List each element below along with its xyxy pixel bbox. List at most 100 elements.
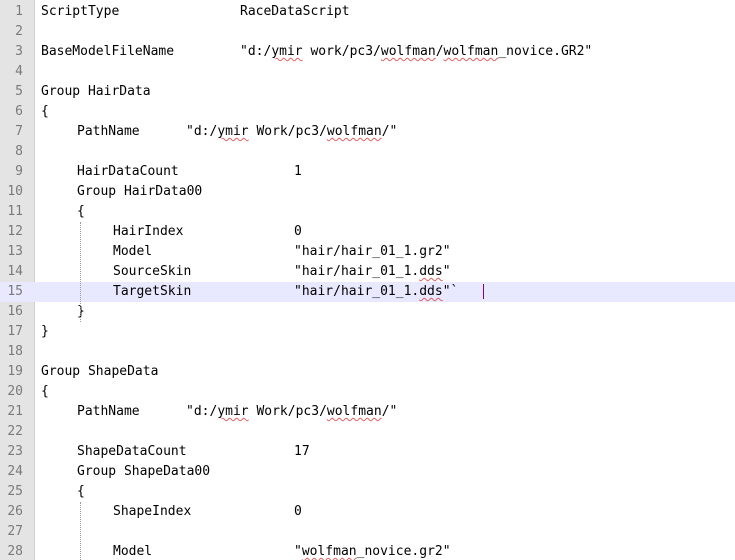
line-number: 13 bbox=[7, 244, 23, 259]
editor-line[interactable]: 7 PathName "d:/ymir Work/pc3/wolfman/" bbox=[0, 122, 735, 142]
text-caret bbox=[483, 284, 484, 299]
editor-line[interactable]: 14 SourceSkin "hair/hair_01_1.dds" bbox=[0, 262, 735, 282]
editor-line[interactable]: 2 bbox=[0, 22, 735, 42]
code-token: } bbox=[41, 324, 49, 339]
editor-line[interactable]: 28 Model "wolfman_novice.gr2" bbox=[0, 542, 735, 560]
code-token: PathName bbox=[77, 124, 140, 139]
line-number: 3 bbox=[15, 44, 23, 59]
line-number: 7 bbox=[15, 124, 23, 139]
code-token: HairIndex bbox=[113, 224, 184, 239]
code-token: "d:/ymir work/pc3/wolfman/wolfman_novice… bbox=[240, 44, 593, 59]
code-token: HairDataCount bbox=[77, 164, 179, 179]
code-token: 1 bbox=[294, 164, 302, 179]
code-token: SourceSkin bbox=[113, 264, 192, 279]
editor-line[interactable]: 18 bbox=[0, 342, 735, 362]
code-token: RaceDataScript bbox=[240, 4, 350, 19]
line-number: 9 bbox=[15, 164, 23, 179]
editor-line[interactable]: 21 PathName "d:/ymir Work/pc3/wolfman/" bbox=[0, 402, 735, 422]
code-token: PathName bbox=[77, 404, 140, 419]
editor-line[interactable]: 4 bbox=[0, 62, 735, 82]
code-token: Group HairData bbox=[41, 84, 151, 99]
editor-line[interactable]: 27 bbox=[0, 522, 735, 542]
line-number: 28 bbox=[7, 544, 23, 559]
code-token: Group ShapeData bbox=[41, 364, 159, 379]
code-token: "d:/ymir Work/pc3/wolfman/" bbox=[186, 124, 398, 139]
code-token: BaseModelFileName bbox=[41, 44, 175, 59]
code-token: Model bbox=[113, 544, 153, 559]
editor-line[interactable]: 23 ShapeDataCount 17 bbox=[0, 442, 735, 462]
line-number: 4 bbox=[15, 64, 23, 79]
editor-line[interactable]: 22 bbox=[0, 422, 735, 442]
line-number: 10 bbox=[7, 184, 23, 199]
line-number: 23 bbox=[7, 444, 23, 459]
editor-line[interactable]: 15 TargetSkin "hair/hair_01_1.dds"` bbox=[0, 282, 735, 302]
code-token: { bbox=[77, 484, 85, 499]
line-number: 19 bbox=[7, 364, 23, 379]
editor-line[interactable]: 16} bbox=[0, 302, 735, 322]
code-token: { bbox=[41, 104, 49, 119]
line-number: 20 bbox=[7, 384, 23, 399]
line-number: 25 bbox=[7, 484, 23, 499]
editor-line[interactable]: 25 { bbox=[0, 482, 735, 502]
editor-line[interactable]: 26 ShapeIndex 0 bbox=[0, 502, 735, 522]
line-number: 24 bbox=[7, 464, 23, 479]
line-number: 8 bbox=[15, 144, 23, 159]
code-token: ShapeIndex bbox=[113, 504, 192, 519]
code-token: { bbox=[77, 204, 85, 219]
editor-line[interactable]: 6{ bbox=[0, 102, 735, 122]
editor-line[interactable]: 9 HairDataCount 1 bbox=[0, 162, 735, 182]
spellcheck-marker: wolfman bbox=[301, 544, 357, 559]
code-token: Group ShapeData00 bbox=[77, 464, 211, 479]
editor-line[interactable]: 11 { bbox=[0, 202, 735, 222]
editor-line[interactable]: 20 { bbox=[0, 382, 735, 402]
code-token: ScriptType bbox=[41, 4, 120, 19]
line-number: 21 bbox=[7, 404, 23, 419]
spellcheck-marker: wolfman bbox=[380, 44, 436, 59]
code-token: "hair/hair_01_1.dds"` bbox=[294, 284, 459, 299]
editor-line[interactable]: 10 Group HairData00 bbox=[0, 182, 735, 202]
text-editor[interactable]: 1 ScriptType RaceDataScript 2 3 BaseModelFile… bbox=[0, 0, 735, 560]
line-number: 12 bbox=[7, 224, 23, 239]
line-number: 2 bbox=[15, 24, 23, 39]
code-token: "d:/ymir Work/pc3/wolfman/" bbox=[186, 404, 398, 419]
spellcheck-marker: ymir bbox=[217, 124, 249, 139]
code-token: "wolfman_novice.gr2" bbox=[294, 544, 451, 559]
line-number: 18 bbox=[7, 344, 23, 359]
code-token: 0 bbox=[294, 504, 302, 519]
line-number: 22 bbox=[7, 424, 23, 439]
line-number: 15 bbox=[7, 284, 23, 299]
code-token: ShapeDataCount bbox=[77, 444, 187, 459]
editor-line[interactable]: 5 Group HairData bbox=[0, 82, 735, 102]
spellcheck-marker: wolfman bbox=[326, 124, 382, 139]
line-number: 11 bbox=[7, 204, 23, 219]
editor-line[interactable]: 12 HairIndex 0 bbox=[0, 222, 735, 242]
line-number: 14 bbox=[7, 264, 23, 279]
spellcheck-marker: ymir bbox=[271, 44, 303, 59]
editor-line[interactable]: 13 Model "hair/hair_01_1.gr2" bbox=[0, 242, 735, 262]
code-token: TargetSkin bbox=[113, 284, 192, 299]
indent-guide bbox=[80, 222, 81, 322]
line-number: 1 bbox=[15, 4, 23, 19]
line-number: 17 bbox=[7, 324, 23, 339]
spellcheck-marker: wolfman bbox=[443, 44, 499, 59]
indent-guide bbox=[80, 502, 81, 560]
code-token: Model bbox=[113, 244, 153, 259]
spellcheck-marker: wolfman bbox=[326, 404, 382, 419]
editor-line[interactable]: 17} bbox=[0, 322, 735, 342]
spellcheck-marker: ymir bbox=[217, 404, 249, 419]
editor-line[interactable]: 1 ScriptType RaceDataScript bbox=[0, 2, 735, 22]
spellcheck-marker: dds bbox=[419, 264, 443, 279]
spellcheck-marker: dds bbox=[419, 284, 443, 299]
code-token: Group HairData00 bbox=[77, 184, 203, 199]
line-number: 16 bbox=[7, 304, 23, 319]
editor-line[interactable]: 8 bbox=[0, 142, 735, 162]
line-number: 27 bbox=[7, 524, 23, 539]
code-token: 17 bbox=[294, 444, 310, 459]
code-token: 0 bbox=[294, 224, 302, 239]
line-number: 6 bbox=[15, 104, 23, 119]
code-token: { bbox=[41, 384, 49, 399]
editor-line[interactable]: 19 Group ShapeData bbox=[0, 362, 735, 382]
editor-line[interactable]: 3 BaseModelFileName "d:/ymir work/pc3/wolf… bbox=[0, 42, 735, 62]
editor-line[interactable]: 24 Group ShapeData00 bbox=[0, 462, 735, 482]
code-token: "hair/hair_01_1.dds" bbox=[294, 264, 451, 279]
